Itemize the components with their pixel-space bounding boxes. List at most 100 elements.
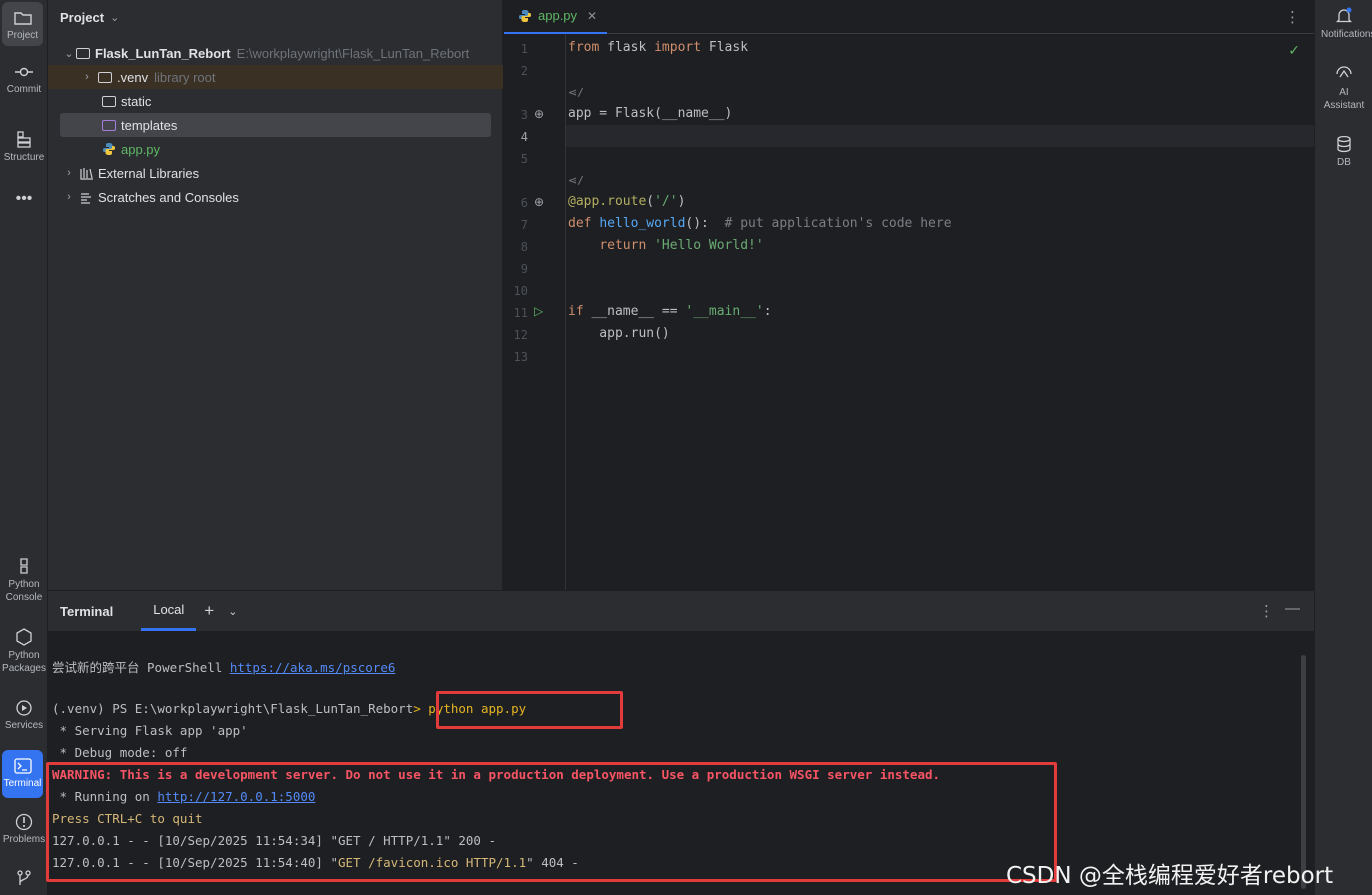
templates-name: templates [121,117,178,133]
external-libraries-label: External Libraries [98,165,200,181]
plus-icon[interactable]: + [204,601,214,621]
chevron-right-icon: › [67,167,71,179]
tool-problems[interactable]: Problems [0,812,48,845]
python-file-icon [519,9,531,22]
code-line-3[interactable]: app = Flask(__name__) [568,106,732,121]
python-console-icon [20,558,28,574]
line-number: 8 [520,240,528,254]
code-line-1[interactable]: from flask import Flask [568,40,748,55]
python-packages-icon [16,628,32,646]
code-line-12[interactable]: app.run() [568,326,669,341]
app-py-name: app.py [121,141,161,157]
code-line-7[interactable]: def hello_world(): # put application's c… [568,216,952,231]
right-tool-strip: Notifications AI Assistant DB [1314,0,1372,895]
more-tools-button[interactable]: ••• [0,190,48,208]
terminal-header: Terminal Local + ⌄ ⋮ — [48,591,1314,631]
current-line-highlight [566,125,1314,147]
terminal-scrollbar[interactable] [1301,655,1306,889]
highlight-box-output [46,762,1057,882]
ai-assistant-icon [1336,66,1352,78]
more-vertical-icon[interactable]: ⋮ [1259,602,1274,620]
tool-notifications-label: Notifications [1321,29,1372,40]
code-line-8[interactable]: return 'Hello World!' [568,238,763,253]
editor-panel: app.py ✕ ⋮ 1 2 3 4 5 6 7 8 9 10 11 12 13… [504,0,1314,590]
static-name: static [121,93,152,109]
run-icon[interactable]: ▷ [534,304,543,318]
tool-project[interactable]: Project [2,2,43,46]
bell-icon [1335,7,1353,23]
folder-icon [102,95,116,107]
structure-icon [17,131,31,148]
line-number: 3 [520,108,528,122]
left-tool-strip: Project Commit Structure ••• Python Cons… [0,0,48,895]
tree-root[interactable]: ⌄ Flask_LunTan_Rebort E:\workplaywright\… [48,41,503,65]
check-icon: ✓ [1288,42,1300,58]
tool-python-packages[interactable]: Python Packages [0,627,48,675]
library-icon [80,167,93,180]
chevron-right-icon: › [85,71,89,83]
code-line-11[interactable]: if __name__ == '__main__': [568,304,772,319]
tree-templates[interactable]: templates [48,113,503,137]
tool-db[interactable]: DB [1315,134,1372,169]
python-file-icon [103,143,115,155]
tree-external-libraries[interactable]: › External Libraries [48,161,503,185]
line-number: 10 [513,284,528,298]
watermark: CSDN @全栈编程爱好者rebort [1006,863,1334,889]
prompt-text: (.venv) PS E:\workplaywright\Flask_LunTa… [52,701,414,716]
database-icon [1337,135,1351,153]
tool-structure[interactable]: Structure [0,130,48,163]
tool-commit-label: Commit [6,84,42,95]
tree-scratches[interactable]: › Scratches and Consoles [48,185,503,209]
tool-structure-label: Structure [3,152,45,163]
terminal-title: Terminal [60,603,114,619]
globe-icon[interactable]: ⊕ [534,107,544,121]
editor-tab-bar: app.py ✕ ⋮ [504,0,1314,34]
close-icon[interactable]: ✕ [587,9,597,23]
root-name: Flask_LunTan_Rebort [95,45,231,61]
terminal-icon [13,758,32,774]
ps-hint-link[interactable]: https://aka.ms/pscore6 [230,660,396,675]
tool-ai-assistant[interactable]: AI Assistant [1315,64,1372,112]
tree-static[interactable]: static [48,89,503,113]
usage-hint-text: / [577,174,584,187]
tool-python-console[interactable]: Python Console [0,556,48,604]
prompt-separator: > [413,701,429,716]
chevron-down-icon[interactable]: ⌄ [228,605,237,618]
usage-hint[interactable]: ⋖/ [568,86,584,99]
terminal-line: 尝试新的跨平台 PowerShell https://aka.ms/pscore… [52,657,395,676]
tool-services-label: Services [4,720,44,731]
line-number: 11 [513,306,528,320]
tree-venv[interactable]: › .venv library root [48,65,503,89]
minimize-icon[interactable]: — [1285,600,1300,617]
tab-label: app.py [538,8,578,23]
tool-ai-assistant-label: AI Assistant [1323,87,1365,111]
line-number: 12 [513,328,528,342]
root-path: E:\workplaywright\Flask_LunTan_Rebort [236,45,470,61]
chevron-down-icon: ⌄ [64,47,74,60]
code-line-6[interactable]: @app.route('/') [568,194,685,209]
folder-icon [76,47,90,59]
ps-hint-text: 尝试新的跨平台 PowerShell [52,660,230,675]
tool-problems-label: Problems [2,834,46,845]
chevron-down-icon: ⌄ [110,11,120,24]
tool-python-packages-label: Python Packages [2,650,46,674]
tool-commit[interactable]: Commit [0,62,48,95]
tree-app-py[interactable]: app.py [48,137,503,161]
usage-hint[interactable]: ⋖/ [568,174,584,187]
tool-python-console-label: Python Console [5,579,43,603]
line-number: 13 [513,350,528,364]
line-number: 5 [520,152,528,166]
terminal-line: * Debug mode: off [52,745,188,760]
project-header[interactable]: Project ⌄ [48,0,502,34]
tool-terminal[interactable]: Terminal [2,750,43,798]
editor-tab-app-py[interactable]: app.py ✕ [504,0,608,34]
tool-git[interactable] [0,868,48,890]
tool-services[interactable]: Services [0,698,48,731]
line-number: 9 [520,262,528,276]
terminal-tab-local[interactable]: Local [141,591,197,631]
globe-icon[interactable]: ⊕ [534,195,544,209]
line-number: 1 [520,42,528,56]
more-vertical-icon[interactable]: ⋮ [1285,8,1300,26]
tool-notifications[interactable]: Notifications [1315,6,1372,41]
line-number: 2 [520,64,528,78]
